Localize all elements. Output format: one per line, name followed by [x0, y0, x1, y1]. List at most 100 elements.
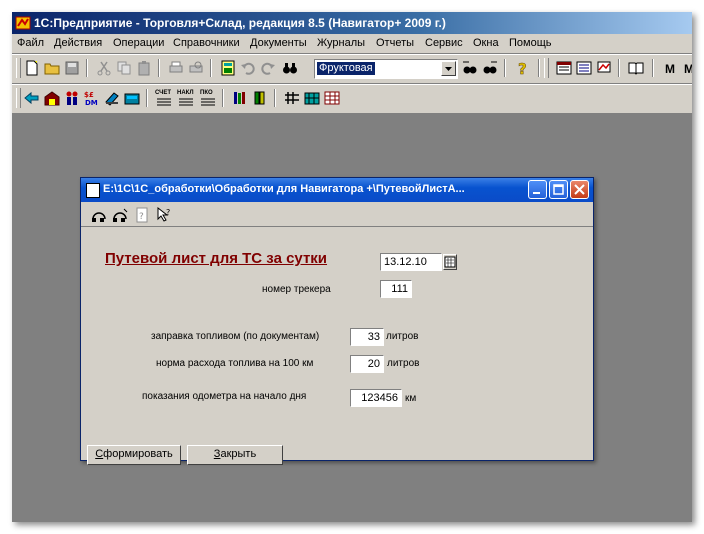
- menu-operations[interactable]: Операции: [113, 37, 164, 49]
- app-title: 1С:Предприятие - Торговля+Склад, редакци…: [34, 16, 446, 30]
- menu-reports[interactable]: Отчеты: [376, 37, 414, 49]
- toolbar-separator: [146, 89, 148, 107]
- waybill-label: НАКЛ: [177, 90, 194, 96]
- table-hash-icon[interactable]: [284, 90, 300, 106]
- minimize-button[interactable]: [528, 180, 547, 199]
- calculator-icon[interactable]: [220, 60, 236, 76]
- toolbar-separator: [504, 59, 506, 77]
- toolbar-separator: [618, 59, 620, 77]
- action-icon-2[interactable]: [112, 207, 128, 223]
- dialog-toolbar: ? ?: [81, 204, 593, 227]
- toolbar-separator: [210, 59, 212, 77]
- toolbar-separator: [652, 59, 654, 77]
- navigator-toolbar: $£ DM СЧЕТ НАКЛ ПКО: [12, 84, 692, 114]
- context-help-pointer-icon[interactable]: ?: [156, 207, 172, 223]
- combo-dropdown-arrow[interactable]: [441, 61, 456, 76]
- menu-file[interactable]: Файл: [17, 37, 44, 49]
- toolbar-grip[interactable]: [544, 58, 549, 78]
- generate-button-label: формировать: [103, 448, 173, 460]
- find-binoculars-icon[interactable]: [282, 60, 298, 76]
- spreadsheet-icon[interactable]: [324, 90, 340, 106]
- menu-journals[interactable]: Журналы: [317, 37, 365, 49]
- close-window-button[interactable]: [570, 180, 589, 199]
- fuel-label: заправка топливом (по документам): [151, 331, 320, 342]
- flag-icon[interactable]: [596, 60, 612, 76]
- waybill-button[interactable]: НАКЛ: [177, 90, 195, 108]
- standard-toolbar: Фруктовая ? М М: [12, 54, 692, 84]
- toolbar-separator: [158, 59, 160, 77]
- odometer-input[interactable]: 123456: [350, 389, 402, 407]
- cash-receipt-label: ПКО: [200, 90, 213, 96]
- calendar-button[interactable]: [443, 254, 457, 270]
- toolbar-m-label[interactable]: М: [665, 62, 675, 76]
- menu-actions[interactable]: Действия: [54, 37, 102, 49]
- toolbar-m-label-2[interactable]: М: [684, 62, 692, 76]
- help-question-icon[interactable]: ?: [514, 60, 530, 76]
- payments-icon[interactable]: [104, 90, 120, 106]
- norm-input[interactable]: 20: [350, 355, 384, 373]
- copy-icon[interactable]: [116, 60, 132, 76]
- menu-catalogs[interactable]: Справочники: [173, 37, 240, 49]
- toolbar-separator: [538, 59, 540, 77]
- cut-icon[interactable]: [96, 60, 112, 76]
- menu-service[interactable]: Сервис: [425, 37, 463, 49]
- calendar-grid-icon[interactable]: [556, 60, 572, 76]
- close-button-label: акрыть: [220, 448, 257, 460]
- svg-text:?: ?: [518, 60, 527, 76]
- 1c-logo-icon: [15, 16, 31, 30]
- toolbar-grip[interactable]: [16, 88, 21, 108]
- document-lines-icon: [157, 98, 171, 106]
- books-icon[interactable]: [232, 90, 248, 106]
- date-field[interactable]: 13.12.10: [380, 253, 442, 271]
- svg-text:?: ?: [139, 212, 144, 222]
- new-document-icon[interactable]: [24, 60, 40, 76]
- main-window: 1С:Предприятие - Торговля+Склад, редакци…: [12, 12, 692, 522]
- dialog-titlebar[interactable]: E:\1С\1С_обработки\Обработки для Навигат…: [81, 178, 593, 202]
- undo-icon[interactable]: [240, 60, 256, 76]
- currency-dm-icon[interactable]: $£DM: [84, 90, 100, 106]
- maximize-button[interactable]: [549, 180, 568, 199]
- toolbar-grip[interactable]: [16, 58, 21, 78]
- menu-windows[interactable]: Окна: [473, 37, 499, 49]
- report-grid-icon[interactable]: [304, 90, 320, 106]
- app-titlebar[interactable]: 1С:Предприятие - Торговля+Склад, редакци…: [12, 12, 692, 34]
- svg-text:$£: $£: [84, 91, 94, 99]
- invoice-account-label: СЧЕТ: [155, 90, 172, 96]
- print-icon[interactable]: [168, 60, 184, 76]
- book-icon[interactable]: [628, 60, 644, 76]
- search-combo-value: Фруктовая: [317, 62, 375, 75]
- generate-button[interactable]: Сформировать: [87, 445, 181, 465]
- save-icon[interactable]: [64, 60, 80, 76]
- waybill-dialog: E:\1С\1С_обработки\Обработки для Навигат…: [80, 177, 594, 465]
- redo-icon[interactable]: [260, 60, 276, 76]
- toolbar-separator: [86, 59, 88, 77]
- search-next-icon[interactable]: [462, 60, 478, 76]
- document-lines-icon: [179, 98, 193, 106]
- dialog-title: E:\1С\1С_обработки\Обработки для Навигат…: [103, 183, 465, 195]
- close-icon: [574, 184, 585, 195]
- toolbar-separator: [274, 89, 276, 107]
- cash-register-icon[interactable]: [124, 90, 140, 106]
- search-prev-icon[interactable]: [482, 60, 498, 76]
- action-icon-1[interactable]: [91, 207, 107, 223]
- menu-help[interactable]: Помощь: [509, 37, 552, 49]
- dialog-document-icon: [86, 183, 100, 198]
- calendar-icon: [444, 256, 456, 268]
- ledger-icon[interactable]: [252, 90, 268, 106]
- menu-documents[interactable]: Документы: [250, 37, 307, 49]
- journal-grid-icon[interactable]: [576, 60, 592, 76]
- fuel-input[interactable]: 33: [350, 328, 384, 346]
- help-question-icon[interactable]: ?: [134, 207, 150, 223]
- warehouse-icon[interactable]: [44, 90, 60, 106]
- arrival-icon[interactable]: [24, 90, 40, 106]
- paste-icon[interactable]: [136, 60, 152, 76]
- cash-receipt-button[interactable]: ПКО: [199, 90, 217, 108]
- print-preview-icon[interactable]: [188, 60, 204, 76]
- invoice-account-button[interactable]: СЧЕТ: [155, 90, 173, 108]
- open-folder-icon[interactable]: [44, 60, 60, 76]
- odometer-label: показания одометра на начало дня: [142, 391, 307, 402]
- search-combo[interactable]: Фруктовая: [314, 59, 458, 79]
- close-button[interactable]: Закрыть: [187, 445, 283, 465]
- people-icon[interactable]: [64, 90, 80, 106]
- tracker-input[interactable]: 111: [380, 280, 412, 298]
